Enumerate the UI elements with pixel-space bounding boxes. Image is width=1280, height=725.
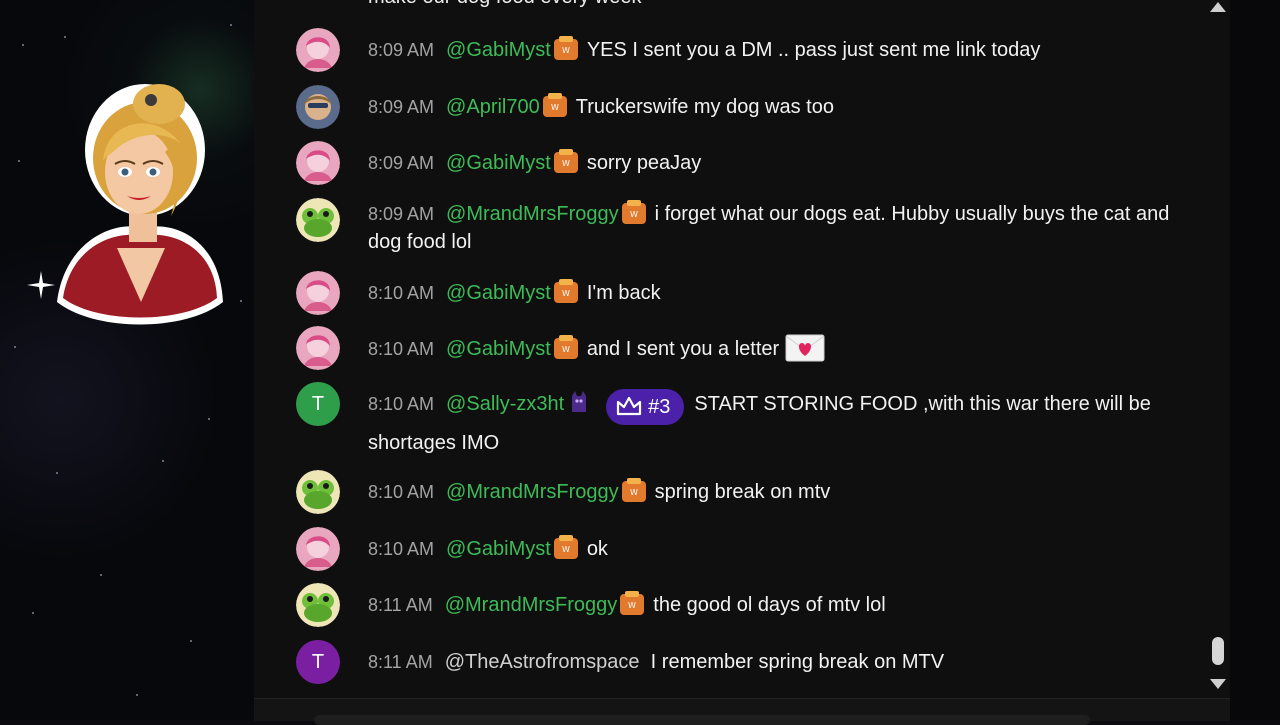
user-avatar[interactable] [296, 583, 340, 627]
message-timestamp: 8:10 AM [368, 482, 435, 502]
message-text: YES I sent you a DM .. pass just sent me… [586, 39, 1041, 61]
wat-badge-icon: W [553, 149, 578, 173]
chat-input-area [254, 698, 1230, 725]
message-author[interactable]: @April700 [446, 96, 540, 118]
sparkle-icon [27, 271, 55, 299]
chat-input[interactable] [314, 715, 1090, 725]
message-timestamp: 8:09 AM [368, 204, 435, 224]
wat-badge-icon: W [542, 93, 567, 117]
user-avatar[interactable] [296, 470, 340, 514]
message-text: sorry peaJay [586, 152, 702, 174]
user-avatar[interactable] [296, 326, 340, 370]
wat-badge-icon: W [553, 36, 578, 60]
message-timestamp: 8:11 AM [368, 595, 433, 615]
rank-badge: #3 [606, 389, 685, 425]
stream-overlay-area [0, 0, 254, 720]
wat-badge-icon: W [553, 535, 578, 559]
message-timestamp: 8:09 AM [368, 97, 435, 117]
message-timestamp: 8:10 AM [368, 339, 435, 359]
message-timestamp: 8:09 AM [368, 40, 435, 60]
message-author[interactable]: @GabiMyst [446, 338, 551, 360]
svg-text:W: W [562, 345, 570, 354]
right-edge-background [1230, 0, 1280, 720]
rank-number: #3 [648, 396, 671, 418]
message-text: I'm back [586, 282, 661, 304]
message-timestamp: 8:10 AM [368, 394, 435, 414]
love-letter-icon [785, 334, 825, 362]
chat-panel: make our dog food every week 8:09 AM @Gab… [254, 0, 1230, 698]
message-author[interactable]: @GabiMyst [446, 282, 551, 304]
message-author[interactable]: @GabiMyst [446, 152, 551, 174]
message-text: I remember spring break on MTV [650, 651, 945, 673]
crown-icon [617, 396, 642, 416]
message-author[interactable]: @Sally-zx3ht [446, 393, 564, 415]
message-author[interactable]: @MrandMrsFroggy [445, 594, 618, 616]
message-timestamp: 8:10 AM [368, 283, 435, 303]
message-author[interactable]: @GabiMyst [446, 538, 551, 560]
message-text: the good ol days of mtv lol [653, 594, 886, 616]
user-avatar[interactable]: T [296, 640, 340, 684]
message-text: Truckerswife my dog was too [575, 96, 834, 118]
message-timestamp: 8:09 AM [368, 153, 435, 173]
message-text: and I sent you a letter [586, 338, 780, 360]
message-author[interactable]: @MrandMrsFroggy [446, 203, 619, 225]
user-avatar[interactable] [296, 141, 340, 185]
scrollbar-thumb[interactable] [1212, 637, 1224, 665]
wat-badge-icon: W [553, 335, 578, 359]
message-timestamp: 8:11 AM [368, 652, 433, 672]
wat-badge-icon: W [620, 591, 645, 615]
streamer-cartoon-avatar [57, 84, 223, 325]
message-timestamp: 8:10 AM [368, 539, 435, 559]
user-avatar[interactable] [296, 198, 340, 242]
svg-text:W: W [562, 159, 570, 168]
user-avatar[interactable] [296, 28, 340, 72]
user-avatar[interactable] [296, 85, 340, 129]
message-author[interactable]: @TheAstrofromspace [445, 651, 640, 673]
message-author[interactable]: @MrandMrsFroggy [446, 481, 619, 503]
message-text: ok [586, 538, 608, 560]
svg-text:W: W [630, 488, 638, 497]
user-avatar[interactable] [296, 527, 340, 571]
svg-text:W: W [630, 210, 638, 219]
svg-text:W: W [562, 289, 570, 298]
cut-off-message-text: make our dog food every week [368, 0, 642, 9]
wat-badge-icon: W [553, 279, 578, 303]
message-text: spring break on mtv [654, 481, 831, 503]
svg-text:W: W [562, 46, 570, 55]
user-avatar[interactable] [296, 271, 340, 315]
scroll-up-icon[interactable] [1210, 2, 1226, 12]
cat-badge-icon [572, 391, 587, 412]
svg-text:W: W [551, 103, 559, 112]
user-avatar[interactable]: T [296, 382, 340, 426]
wat-badge-icon: W [621, 478, 646, 502]
svg-text:W: W [628, 601, 636, 610]
svg-text:W: W [562, 545, 570, 554]
wat-badge-icon: W [621, 200, 646, 224]
message-author[interactable]: @GabiMyst [446, 39, 551, 61]
scroll-down-icon[interactable] [1210, 679, 1226, 689]
